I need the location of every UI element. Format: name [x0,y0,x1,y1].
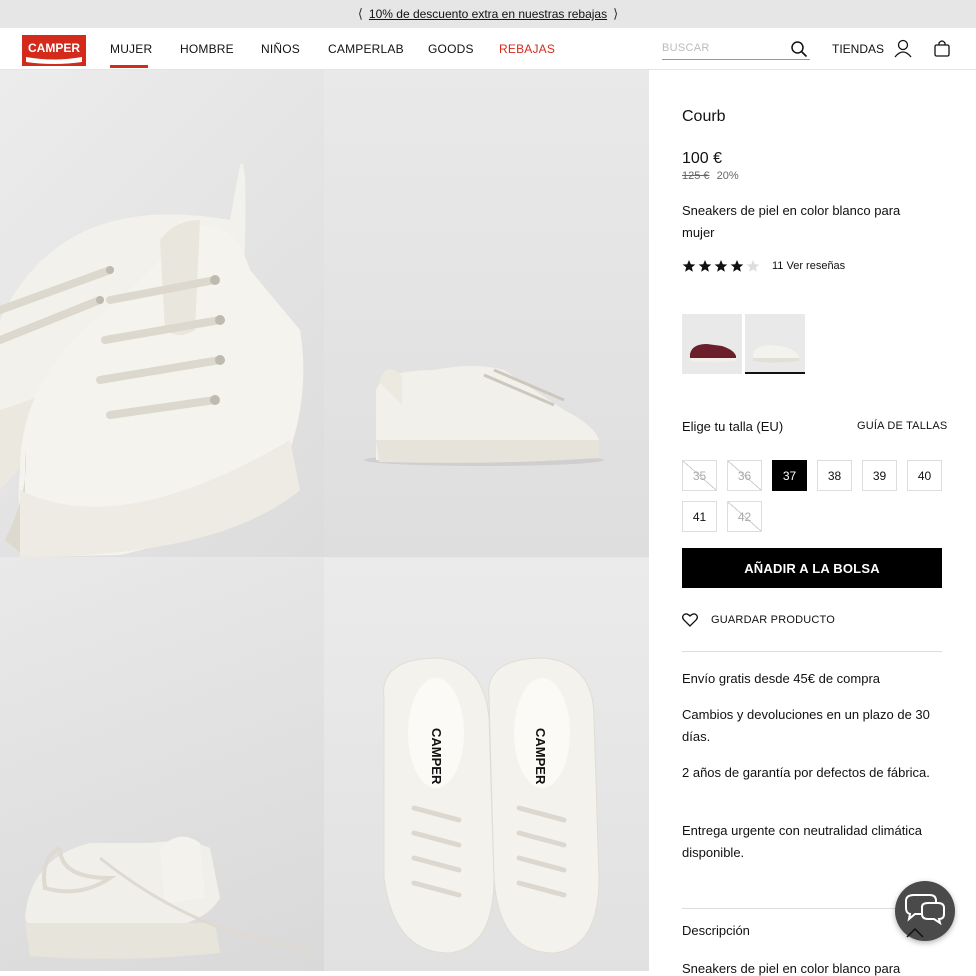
size-option-38[interactable]: 38 [817,460,852,491]
reviews-link[interactable]: 11 Ver reseñas [772,260,845,272]
size-guide-link[interactable]: GUÍA DE TALLAS [857,420,947,432]
product-price: 100 € [682,150,723,167]
size-option-41[interactable]: 41 [682,501,717,532]
chevron-right-icon[interactable]: ⟩ [613,6,618,22]
size-option-36[interactable]: 36 [727,460,762,491]
nav-item-rebajas[interactable]: REBAJAS [499,42,555,56]
size-option-35[interactable]: 35 [682,460,717,491]
product-photo-top[interactable]: CAMPER CAMPER [324,558,649,971]
product-gallery: CAMPER CAMPER [0,70,649,971]
main-navigation: CAMPER MUJER HOMBRE NIÑOS CAMPERLAB GOOD… [0,28,976,70]
promo-link[interactable]: 10% de descuento extra en nuestras rebaj… [369,7,607,21]
old-price: 125 € [682,170,710,182]
save-product-label: GUARDAR PRODUCTO [711,614,836,626]
save-product-button[interactable]: GUARDAR PRODUCTO [682,613,835,627]
discount-badge: 20% [716,170,739,182]
stores-link[interactable]: TIENDAS [832,42,884,56]
color-swatch-burgundy[interactable] [682,314,742,374]
size-option-42[interactable]: 42 [727,501,762,532]
star-filled-icon [730,260,744,272]
warranty-info: 2 años de garantía por defectos de fábri… [682,765,930,780]
nav-item-mujer[interactable]: MUJER [110,42,152,56]
size-option-37[interactable]: 37 [772,460,807,491]
chevron-up-icon[interactable] [905,925,925,939]
add-to-bag-button[interactable]: AÑADIR A LA BOLSA [682,548,942,588]
color-swatch-white[interactable] [745,314,805,374]
nav-item-goods[interactable]: GOODS [428,42,474,56]
search-icon[interactable] [790,40,808,58]
nav-item-hombre[interactable]: HOMBRE [180,42,234,56]
product-details-panel: Courb 100 € 125 € 20% Sneakers de piel e… [649,70,976,976]
nav-item-ninos[interactable]: NIÑOS [261,42,300,56]
star-empty-icon [746,260,760,272]
old-price-row: 125 € 20% [682,170,739,182]
size-option-40[interactable]: 40 [907,460,942,491]
svg-text:CAMPER: CAMPER [28,41,80,55]
rating-stars[interactable] [682,259,760,273]
divider [682,651,942,652]
star-filled-icon [714,260,728,272]
delivery-info: Entrega urgente con neutralidad climátic… [682,823,922,860]
product-name: Courb [682,108,726,125]
chat-button[interactable] [895,881,955,941]
user-icon[interactable] [893,38,913,58]
search-box [662,38,810,60]
promo-bar: ⟨ 10% de descuento extra en nuestras reb… [0,0,976,28]
chevron-left-icon[interactable]: ⟨ [358,6,363,22]
shipping-info: Envío gratis desde 45€ de compra [682,671,881,686]
star-filled-icon [698,260,712,272]
product-short-description: Sneakers de piel en color blanco para mu… [682,203,901,240]
bag-icon[interactable] [932,38,952,58]
product-photo-closeup[interactable] [0,70,324,557]
heart-icon [682,613,698,627]
product-photo-side[interactable] [324,70,649,557]
size-option-39[interactable]: 39 [862,460,897,491]
description-text: Sneakers de piel en color blanco para [682,961,901,976]
svg-text:CAMPER: CAMPER [429,728,444,785]
active-nav-indicator [110,65,148,68]
product-photo-back[interactable] [0,558,324,971]
search-input[interactable] [662,38,782,58]
description-accordion-title[interactable]: Descripción [682,923,750,938]
returns-info: Cambios y devoluciones en un plazo de 30… [682,707,930,744]
nav-item-camperlab[interactable]: CAMPERLAB [328,42,404,56]
chat-bubbles-icon [905,894,945,926]
size-title: Elige tu talla (EU) [682,419,784,434]
star-filled-icon [682,260,696,272]
camper-logo[interactable]: CAMPER [22,35,86,66]
svg-text:CAMPER: CAMPER [533,728,548,785]
